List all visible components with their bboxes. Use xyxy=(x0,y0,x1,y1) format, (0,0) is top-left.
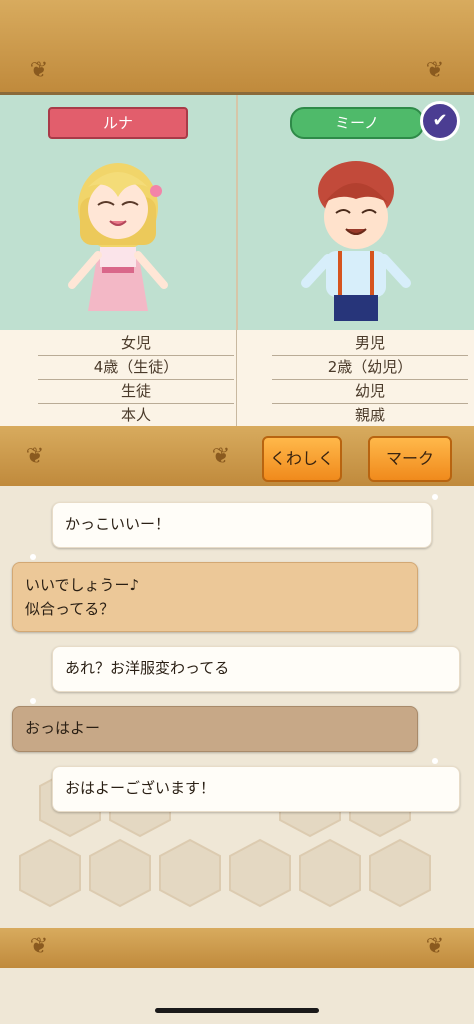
luna-info: 女児 4歳（生徒） 生徒 本人 xyxy=(38,332,234,428)
chat-message-5: おはよーございます！ xyxy=(52,766,460,812)
message-text: いいでしょうー♪ xyxy=(25,576,140,594)
right-ornament-icon: ❦ xyxy=(425,58,445,83)
mino-age: 2歳（幼児） xyxy=(272,356,468,380)
detail-button[interactable]: くわしく xyxy=(262,436,342,482)
home-indicator[interactable] xyxy=(155,1008,319,1013)
message-text: あれ？お洋服変わってる xyxy=(65,659,230,677)
chat-message-2: いいでしょうー♪ 似合ってる？ xyxy=(12,562,418,632)
mino-relation: 親戚 xyxy=(272,404,468,428)
bottom-frame: ❦ ❦ xyxy=(0,928,474,968)
center-bar-ornament-icon: ❦ xyxy=(211,444,231,469)
mino-info: 男児 2歳（幼児） 幼児 親戚 xyxy=(272,332,468,428)
mino-gender: 男児 xyxy=(272,332,468,356)
panel-divider xyxy=(236,95,238,331)
check-icon[interactable]: ✔ xyxy=(420,101,460,141)
bubble-dot xyxy=(432,758,438,764)
mark-button[interactable]: マーク xyxy=(368,436,452,482)
mino-role: 幼児 xyxy=(272,380,468,404)
bottom-right-ornament-icon: ❦ xyxy=(425,934,445,959)
bottom-left-ornament-icon: ❦ xyxy=(29,934,49,959)
chat-message-4: おっはよー xyxy=(12,706,418,752)
mino-avatar[interactable] xyxy=(296,147,416,323)
luna-relation: 本人 xyxy=(38,404,234,428)
luna-role: 生徒 xyxy=(38,380,234,404)
left-bar-ornament-icon: ❦ xyxy=(25,444,45,469)
message-text: かっこいいー！ xyxy=(65,515,171,533)
chat-message-3: あれ？お洋服変わってる xyxy=(52,646,460,692)
luna-age: 4歳（生徒） xyxy=(38,356,234,380)
message-text-line2: 似合ってる？ xyxy=(25,600,115,618)
left-ornament-icon: ❦ xyxy=(29,58,49,83)
bottom-safe-area xyxy=(0,968,474,1024)
bubble-dot xyxy=(30,554,36,560)
chat-message-1: かっこいいー！ xyxy=(52,502,432,548)
character-panel: ルナ ミーノ ✔ xyxy=(0,92,474,333)
name-tag-mino[interactable]: ミーノ xyxy=(290,107,424,139)
bubble-dot xyxy=(432,494,438,500)
message-text: おはよーございます！ xyxy=(65,779,216,797)
luna-avatar[interactable] xyxy=(58,147,178,323)
top-frame: ❦ ❦ xyxy=(0,0,474,92)
bubble-dot xyxy=(30,698,36,704)
message-text: おっはよー xyxy=(25,719,101,737)
character-info-table: 女児 4歳（生徒） 生徒 本人 男児 2歳（幼児） 幼児 親戚 xyxy=(0,330,474,428)
luna-gender: 女児 xyxy=(38,332,234,356)
info-divider xyxy=(236,330,237,426)
chat-area: かっこいいー！ いいでしょうー♪ 似合ってる？ あれ？お洋服変わってる おっはよ… xyxy=(0,486,474,928)
name-tag-luna[interactable]: ルナ xyxy=(48,107,188,139)
